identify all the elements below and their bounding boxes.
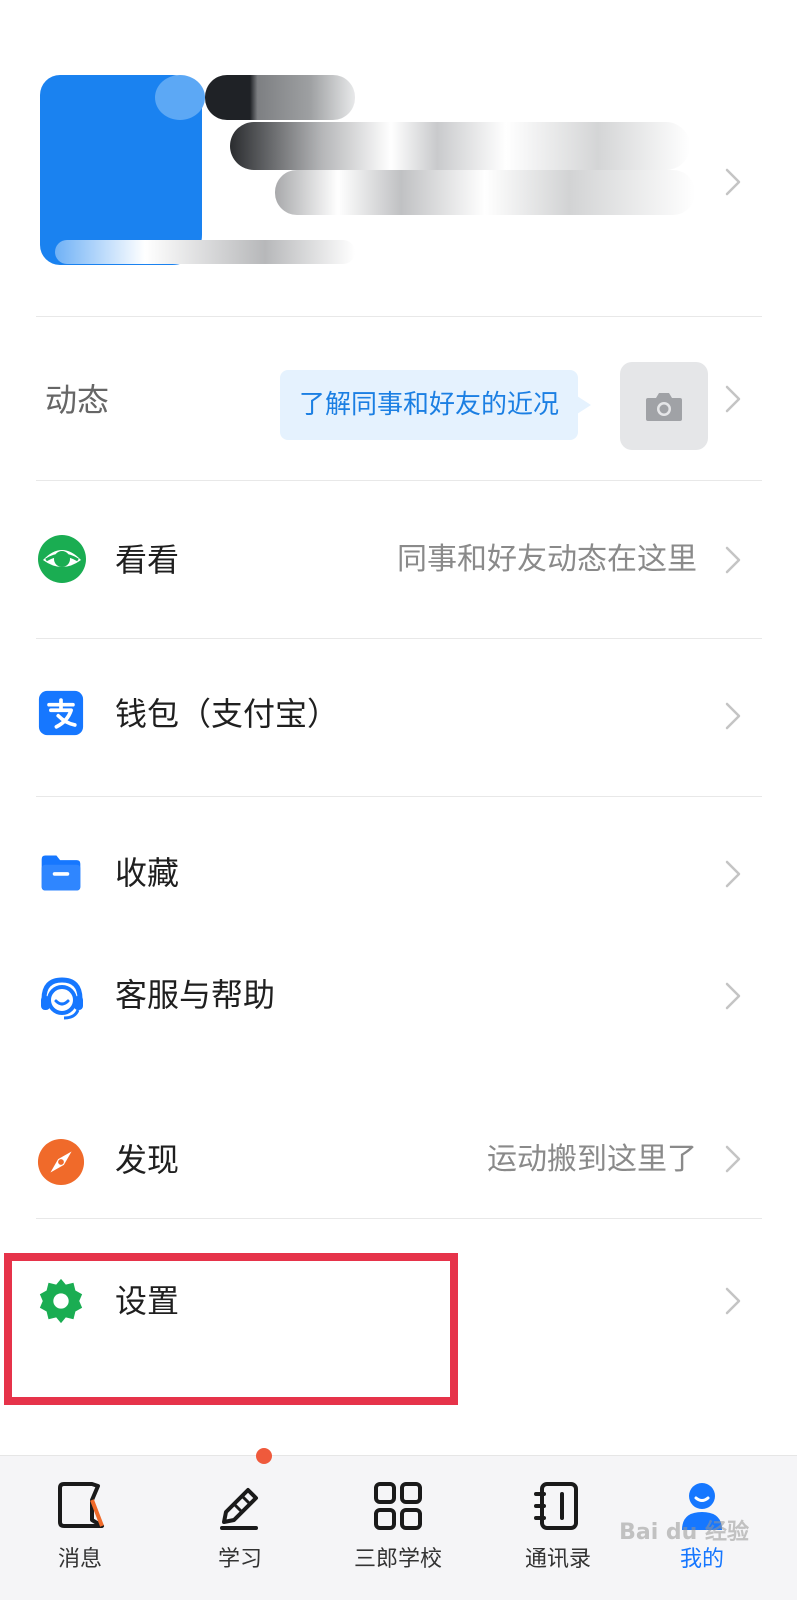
- feed-label: 动态: [45, 381, 110, 419]
- chevron-right-icon: [718, 1144, 748, 1174]
- grid-icon: [374, 1482, 422, 1530]
- divider: [36, 796, 762, 797]
- tab-label: 消息: [57, 1547, 102, 1572]
- camera-button[interactable]: [620, 362, 708, 450]
- divider: [36, 638, 762, 639]
- subtitle-pixelated: [55, 240, 355, 264]
- favorites-label: 收藏: [115, 854, 180, 892]
- name-pixelated: [205, 75, 355, 120]
- contacts-icon: [534, 1482, 578, 1530]
- divider: [36, 316, 762, 317]
- tab-label: 三郎学校: [353, 1547, 442, 1572]
- discover-sub: 运动搬到这里了: [487, 1142, 697, 1177]
- tab-label: 我的: [679, 1547, 724, 1572]
- tab-messages[interactable]: 消息: [0, 1456, 160, 1600]
- menu-item-favorites[interactable]: 收藏: [0, 798, 797, 920]
- profile-header[interactable]: [0, 0, 797, 320]
- bottom-tab-bar: 消息 学习 三郎学校 通讯录 我的 Bai du 经验: [0, 1448, 797, 1600]
- headset-icon: [41, 977, 83, 1020]
- support-label: 客服与帮助: [115, 976, 276, 1014]
- chevron-right-icon: [718, 545, 748, 575]
- name-pixelated: [230, 122, 690, 170]
- tab-label: 学习: [217, 1547, 262, 1572]
- compass-icon: [37, 1138, 85, 1186]
- chevron-right-icon: [718, 167, 748, 197]
- camera-icon: [646, 393, 682, 421]
- kankan-sub: 同事和好友动态在这里: [397, 542, 697, 577]
- watermark: Bai du 经验: [619, 1520, 749, 1545]
- notification-dot: [256, 1448, 272, 1464]
- message-icon: [58, 1482, 104, 1528]
- tab-contacts[interactable]: 通讯录: [478, 1456, 638, 1600]
- chevron-right-icon: [718, 384, 748, 414]
- divider: [36, 1218, 762, 1219]
- chevron-right-icon: [718, 981, 748, 1011]
- menu-item-support[interactable]: 客服与帮助: [0, 920, 797, 1044]
- alipay-icon: [38, 690, 84, 736]
- highlight-box: [4, 1253, 458, 1405]
- menu-item-kankan[interactable]: 看看 同事和好友动态在这里: [0, 482, 797, 638]
- menu-item-discover[interactable]: 发现 运动搬到这里了: [0, 1044, 797, 1216]
- eye-icon: [38, 535, 86, 583]
- tab-study[interactable]: 学习: [160, 1448, 320, 1600]
- tab-label: 通讯录: [524, 1547, 591, 1572]
- menu-item-wallet[interactable]: 钱包（支付宝）: [0, 640, 797, 796]
- feed-bubble[interactable]: 了解同事和好友的近况: [280, 370, 591, 440]
- tab-school[interactable]: 三郎学校: [318, 1456, 478, 1600]
- chevron-right-icon: [718, 859, 748, 889]
- avatar-pixelated: [155, 75, 205, 120]
- pencil-icon: [220, 1488, 258, 1530]
- discover-label: 发现: [115, 1141, 180, 1179]
- folder-icon: [41, 855, 81, 891]
- chevron-right-icon: [718, 1286, 748, 1316]
- wallet-label: 钱包（支付宝）: [115, 695, 340, 733]
- chevron-right-icon: [718, 701, 748, 731]
- kankan-label: 看看: [115, 541, 180, 579]
- divider: [36, 480, 762, 481]
- subtitle-pixelated: [275, 170, 695, 215]
